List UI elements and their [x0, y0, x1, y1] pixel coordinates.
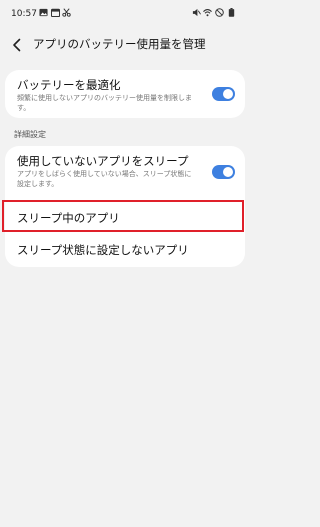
- back-arrow-icon[interactable]: [6, 34, 28, 56]
- highlight-box: [2, 200, 244, 232]
- section-header-advanced: 詳細設定: [14, 130, 46, 139]
- status-bar: 10:57: [0, 0, 250, 30]
- never-sleeping-apps-row[interactable]: スリープ状態に設定しないアプリ: [5, 235, 245, 265]
- scissors-icon: [62, 8, 71, 17]
- calendar-icon: [51, 8, 60, 17]
- battery-icon: [228, 8, 235, 17]
- mute-icon: [192, 8, 201, 17]
- never-sleeping-apps-title: スリープ状態に設定しないアプリ: [17, 243, 189, 257]
- sleep-unused-apps-row[interactable]: 使用していないアプリをスリープ アプリをしばらく使用していない場合、スリープ状態…: [5, 146, 245, 198]
- sleep-unused-apps-title: 使用していないアプリをスリープ: [17, 154, 189, 168]
- toggle-knob: [223, 167, 233, 177]
- do-not-disturb-icon: [215, 8, 224, 17]
- status-time: 10:57: [11, 9, 37, 19]
- page-title: アプリのバッテリー使用量を管理: [33, 37, 206, 51]
- optimize-battery-description: 頻繁に使用しないアプリのバッテリー使用量を制限します。: [17, 94, 192, 112]
- header: アプリのバッテリー使用量を管理: [0, 30, 250, 60]
- optimize-battery-card[interactable]: バッテリーを最適化 頻繁に使用しないアプリのバッテリー使用量を制限します。: [5, 70, 245, 118]
- sleep-unused-apps-toggle[interactable]: [212, 165, 235, 179]
- optimize-battery-toggle[interactable]: [212, 87, 235, 101]
- optimize-battery-title: バッテリーを最適化: [17, 78, 121, 92]
- toggle-knob: [223, 89, 233, 99]
- sleep-unused-apps-description: アプリをしばらく使用していない場合、スリープ状態に設定します。: [17, 170, 192, 188]
- image-icon: [39, 8, 48, 17]
- wifi-icon: [203, 9, 212, 17]
